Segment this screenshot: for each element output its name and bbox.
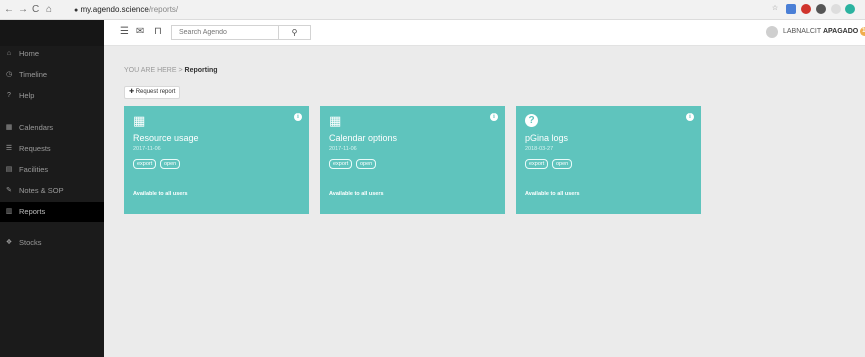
sidebar-item-calendars[interactable]: ▦ Calendars <box>0 118 104 138</box>
search-button[interactable]: ⚲ <box>279 25 311 40</box>
grid-icon: ▤ <box>5 166 13 173</box>
list-icon: ☰ <box>5 145 13 152</box>
sidebar-item-label: Facilities <box>19 165 49 174</box>
card-title: Resource usage <box>133 133 199 143</box>
browser-toolbar: ← → C ⌂ ● my.agendo.science/reports/ ☆ <box>0 0 865 20</box>
breadcrumb-prefix: YOU ARE HERE <box>124 67 177 74</box>
top-bar: ☰ ✉ ⊓ ⚲ LABNALCIT APAGADO 16 ▾ <box>104 20 865 46</box>
mail-icon[interactable]: ✉ <box>136 26 144 38</box>
card-title: pGina logs <box>525 133 569 143</box>
card-date: 2018-03-27 <box>525 146 554 152</box>
avatar[interactable] <box>766 26 778 38</box>
report-card[interactable]: ▦ i Calendar options 2017-11-06 export o… <box>320 106 505 214</box>
sidebar-item-label: Timeline <box>19 70 48 79</box>
card-date: 2017-11-06 <box>133 146 161 152</box>
open-button[interactable]: open <box>160 159 181 169</box>
card-title: Calendar options <box>329 133 398 143</box>
sidebar-item-label: Stocks <box>19 238 42 247</box>
user-prefix: LABNALCIT <box>783 28 821 35</box>
opera-icon[interactable] <box>801 4 811 14</box>
sidebar-item-requests[interactable]: ☰ Requests <box>0 139 104 159</box>
sidebar-item-notes-sop[interactable]: ✎ Notes & SOP <box>0 181 104 201</box>
request-report-button[interactable]: ✚ Request report <box>124 86 181 99</box>
question-icon: ? <box>525 114 538 127</box>
info-icon[interactable]: i <box>686 113 694 121</box>
export-button[interactable]: export <box>329 159 353 169</box>
breadcrumb: YOU ARE HERE > Reporting <box>124 67 218 74</box>
menu-icon[interactable]: ☰ <box>120 26 129 38</box>
info-icon[interactable]: i <box>490 113 498 121</box>
open-button[interactable]: open <box>552 159 573 169</box>
card-date: 2017-11-06 <box>329 146 357 152</box>
reload-icon[interactable]: C <box>32 4 39 16</box>
forward-icon[interactable]: → <box>18 4 28 16</box>
url-host: my.agendo.science <box>80 5 149 14</box>
extension-icon[interactable] <box>831 4 841 14</box>
calendar-icon: ▦ <box>329 113 342 128</box>
sidebar-item-home[interactable]: ⌂ Home <box>0 44 104 64</box>
user-name-bold: APAGADO <box>822 28 859 35</box>
breadcrumb-separator: > <box>178 67 183 74</box>
sidebar-item-label: Help <box>19 91 35 100</box>
home-icon: ⌂ <box>6 50 12 57</box>
export-button[interactable]: export <box>525 159 549 169</box>
search-icon: ⚲ <box>291 28 298 37</box>
export-button[interactable]: export <box>133 159 157 169</box>
cubes-icon: ❖ <box>5 239 13 246</box>
lock-icon: ● <box>74 7 79 14</box>
open-button[interactable]: open <box>356 159 377 169</box>
report-card[interactable]: ? i pGina logs 2018-03-27 export open Av… <box>516 106 701 214</box>
user-menu[interactable]: LABNALCIT APAGADO 16 ▾ <box>783 26 865 38</box>
unlock-icon[interactable]: ⊓ <box>154 26 162 38</box>
extension-icon[interactable] <box>816 4 826 14</box>
info-icon[interactable]: i <box>294 113 302 121</box>
sidebar-item-label: Calendars <box>19 123 54 132</box>
notification-badge: 16 <box>860 27 865 36</box>
sidebar-item-timeline[interactable]: ◷ Timeline <box>0 65 104 85</box>
bar-chart-icon: ▥ <box>5 208 13 215</box>
sidebar-item-facilities[interactable]: ▤ Facilities <box>0 160 104 180</box>
sidebar-item-label: Reports <box>19 207 46 216</box>
availability-label: Available to all users <box>329 191 384 197</box>
calendar-icon: ▦ <box>133 113 146 128</box>
sidebar-item-help[interactable]: ? Help <box>0 86 104 106</box>
availability-label: Available to all users <box>133 191 188 197</box>
home-icon[interactable]: ⌂ <box>46 4 52 16</box>
sidebar-item-stocks[interactable]: ❖ Stocks <box>0 233 104 253</box>
extension-icon[interactable] <box>845 4 855 14</box>
calendar-icon: ▦ <box>5 124 13 131</box>
availability-label: Available to all users <box>525 191 580 197</box>
breadcrumb-current: Reporting <box>184 67 218 74</box>
extension-icon[interactable] <box>786 4 796 14</box>
search-input[interactable] <box>171 25 279 40</box>
url-path: /reports/ <box>148 5 179 14</box>
sidebar-item-reports[interactable]: ▥ Reports <box>0 202 104 222</box>
edit-icon: ✎ <box>6 187 12 194</box>
help-icon: ? <box>7 92 11 99</box>
star-icon[interactable]: ☆ <box>770 4 780 14</box>
sidebar-item-label: Home <box>19 49 40 58</box>
clock-icon: ◷ <box>5 71 13 78</box>
address-bar[interactable]: ● my.agendo.science/reports/ <box>74 3 764 17</box>
sidebar-item-label: Notes & SOP <box>19 186 64 195</box>
sidebar-header <box>0 20 104 46</box>
sidebar-item-label: Requests <box>19 144 51 153</box>
back-icon[interactable]: ← <box>4 4 14 16</box>
report-card[interactable]: ▦ i Resource usage 2017-11-06 export ope… <box>124 106 309 214</box>
